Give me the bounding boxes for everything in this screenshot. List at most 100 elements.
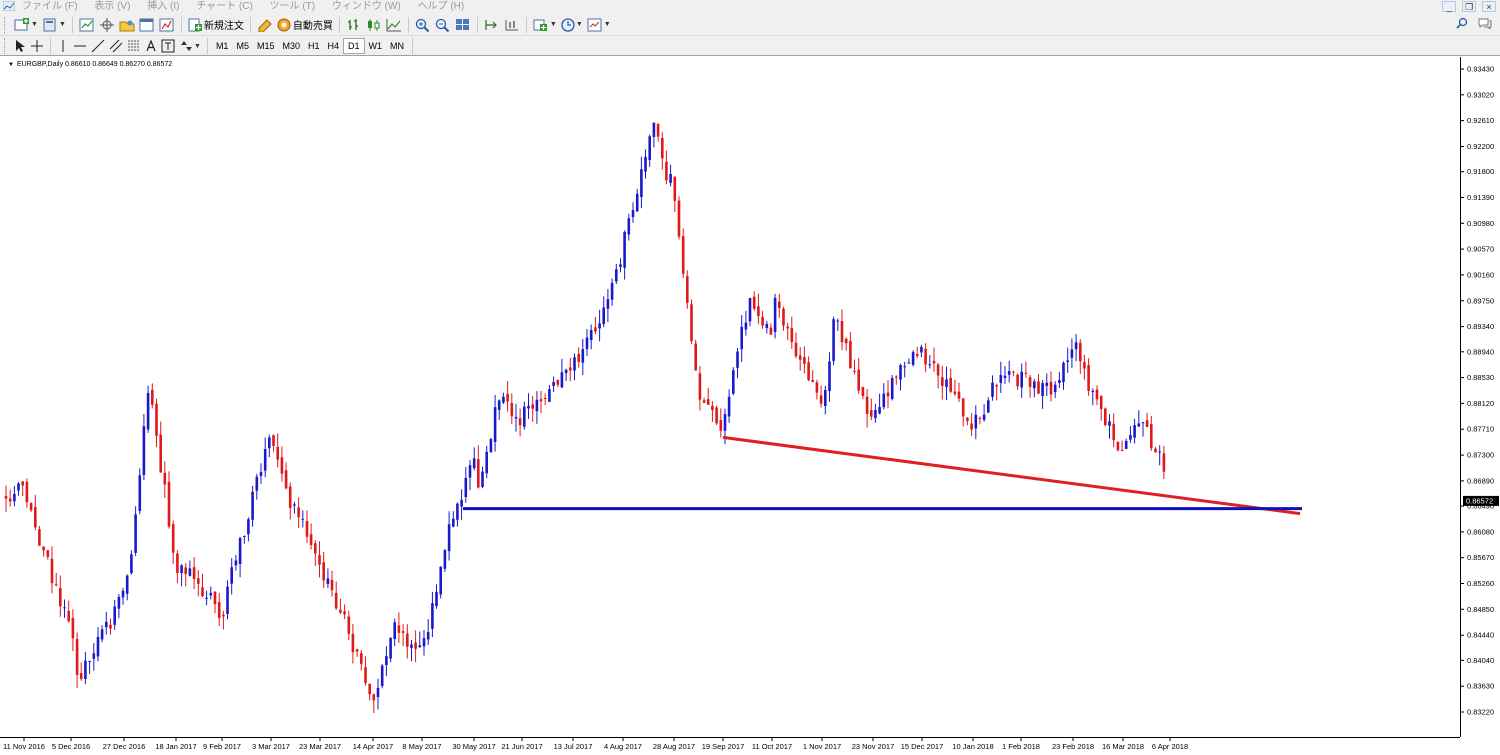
candle (698, 366, 702, 411)
price-tick-label: 0.90160 (1467, 270, 1494, 279)
profiles-button[interactable]: ▼ (40, 16, 68, 34)
candle (464, 467, 468, 503)
candle (67, 600, 70, 623)
candle-body (556, 379, 560, 385)
candle (343, 604, 346, 620)
horizontal-line-button[interactable] (71, 37, 89, 55)
candle (995, 383, 998, 401)
menu-view[interactable]: 表示 (V) (94, 1, 130, 12)
price-tick-label: 0.90570 (1467, 245, 1494, 254)
timeframe-m15[interactable]: M15 (253, 38, 279, 54)
price-tick-label: 0.92610 (1467, 116, 1494, 125)
menu-file[interactable]: ファイル (F) (22, 1, 78, 12)
toolbar-grip[interactable] (4, 38, 8, 54)
candle (485, 445, 488, 479)
candle-body (1079, 342, 1082, 362)
candle (1108, 414, 1111, 439)
candle-body (159, 434, 162, 473)
candle (180, 564, 183, 587)
auto-trading-button[interactable]: 自動売買 (275, 16, 335, 34)
candle-body (723, 414, 727, 431)
zoom-out-button[interactable] (433, 16, 453, 34)
chat-icon[interactable] (1478, 17, 1492, 29)
new-order-button[interactable]: 新規注文 (186, 16, 246, 34)
cursor-button[interactable] (12, 37, 28, 55)
timeframe-m1[interactable]: M1 (212, 38, 233, 54)
menu-tools[interactable]: ツール (T) (270, 1, 316, 12)
search-icon[interactable] (1456, 17, 1468, 29)
price-chart[interactable]: 0.93430 0.93020 0.92610 0.92200 0.91800 0.913… (0, 57, 1500, 755)
candle (1016, 373, 1019, 390)
candle (234, 554, 238, 571)
zoom-in-button[interactable] (413, 16, 433, 34)
menu-window[interactable]: ウィンドウ (W) (332, 1, 401, 12)
new-chart-icon (14, 17, 29, 30)
strategy-tester-button[interactable] (157, 16, 177, 34)
candle (744, 310, 748, 336)
candle-body (355, 649, 359, 652)
candle-body (819, 395, 823, 404)
candle (953, 379, 957, 397)
periods-button[interactable]: ▼ (559, 16, 585, 34)
market-watch-button[interactable] (77, 16, 97, 34)
candle-body (974, 414, 978, 429)
timeframe-w1[interactable]: W1 (365, 38, 387, 54)
candle (623, 230, 626, 280)
candle-body (326, 578, 330, 584)
chart-shift-button[interactable] (482, 16, 502, 34)
indicators-button[interactable]: ▼ (531, 16, 559, 34)
fibonacci-button[interactable] (125, 37, 143, 55)
channel-button[interactable] (107, 37, 125, 55)
text-label-button[interactable] (159, 37, 177, 55)
crosshair-button[interactable] (28, 37, 46, 55)
tile-windows-button[interactable] (453, 16, 473, 34)
candle (96, 627, 100, 662)
candle (171, 520, 175, 564)
candle (711, 401, 714, 423)
candle (426, 619, 430, 645)
terminal-button[interactable] (137, 16, 157, 34)
minimize-button[interactable]: _ (1442, 1, 1457, 12)
timeframe-m30[interactable]: M30 (278, 38, 304, 54)
timeframe-h1[interactable]: H1 (304, 38, 324, 54)
bar-chart-button[interactable] (344, 16, 364, 34)
price-tick-label: 0.87300 (1467, 451, 1494, 460)
candle-body (477, 459, 480, 488)
metaeditor-button[interactable] (255, 16, 275, 34)
candle-body (142, 426, 146, 475)
data-window-button[interactable] (97, 16, 117, 34)
timeframe-d1[interactable]: D1 (343, 38, 365, 54)
candle-body (297, 507, 300, 518)
arrows-button[interactable]: ▼ (177, 37, 203, 55)
candle-body (435, 591, 438, 607)
vertical-line-button[interactable] (55, 37, 71, 55)
candle (1012, 370, 1015, 377)
menu-help[interactable]: ヘルプ (H) (418, 1, 465, 12)
candle-body (414, 642, 417, 649)
candle-body (54, 584, 58, 586)
candle-body (961, 398, 965, 417)
toolbar-grip[interactable] (4, 16, 8, 33)
candlestick-button[interactable] (364, 16, 384, 34)
menu-insert[interactable]: 挿入 (I) (147, 1, 179, 12)
chart-window[interactable]: 0.93430 0.93020 0.92610 0.92200 0.91800 0.913… (0, 57, 1500, 755)
collapse-triangle-icon[interactable]: ▼ (8, 62, 14, 68)
trendline-button[interactable] (89, 37, 107, 55)
restore-button[interactable]: ❐ (1462, 1, 1477, 12)
navigator-button[interactable] (117, 16, 137, 34)
new-chart-button[interactable]: ▼ (12, 16, 40, 34)
timeframe-mn[interactable]: MN (386, 38, 408, 54)
timeframe-h4[interactable]: H4 (324, 38, 344, 54)
text-button[interactable] (143, 37, 159, 55)
candle (832, 316, 835, 366)
candle (29, 502, 33, 512)
templates-button[interactable]: ▼ (585, 16, 613, 34)
menu-chart[interactable]: チャート (C) (196, 1, 253, 12)
close-button[interactable]: × (1482, 1, 1496, 12)
candle (514, 403, 518, 432)
candle-body (681, 236, 685, 274)
timeframe-m5[interactable]: M5 (232, 38, 253, 54)
line-chart-button[interactable] (384, 16, 404, 34)
candle (853, 359, 856, 375)
auto-scroll-button[interactable] (502, 16, 522, 34)
